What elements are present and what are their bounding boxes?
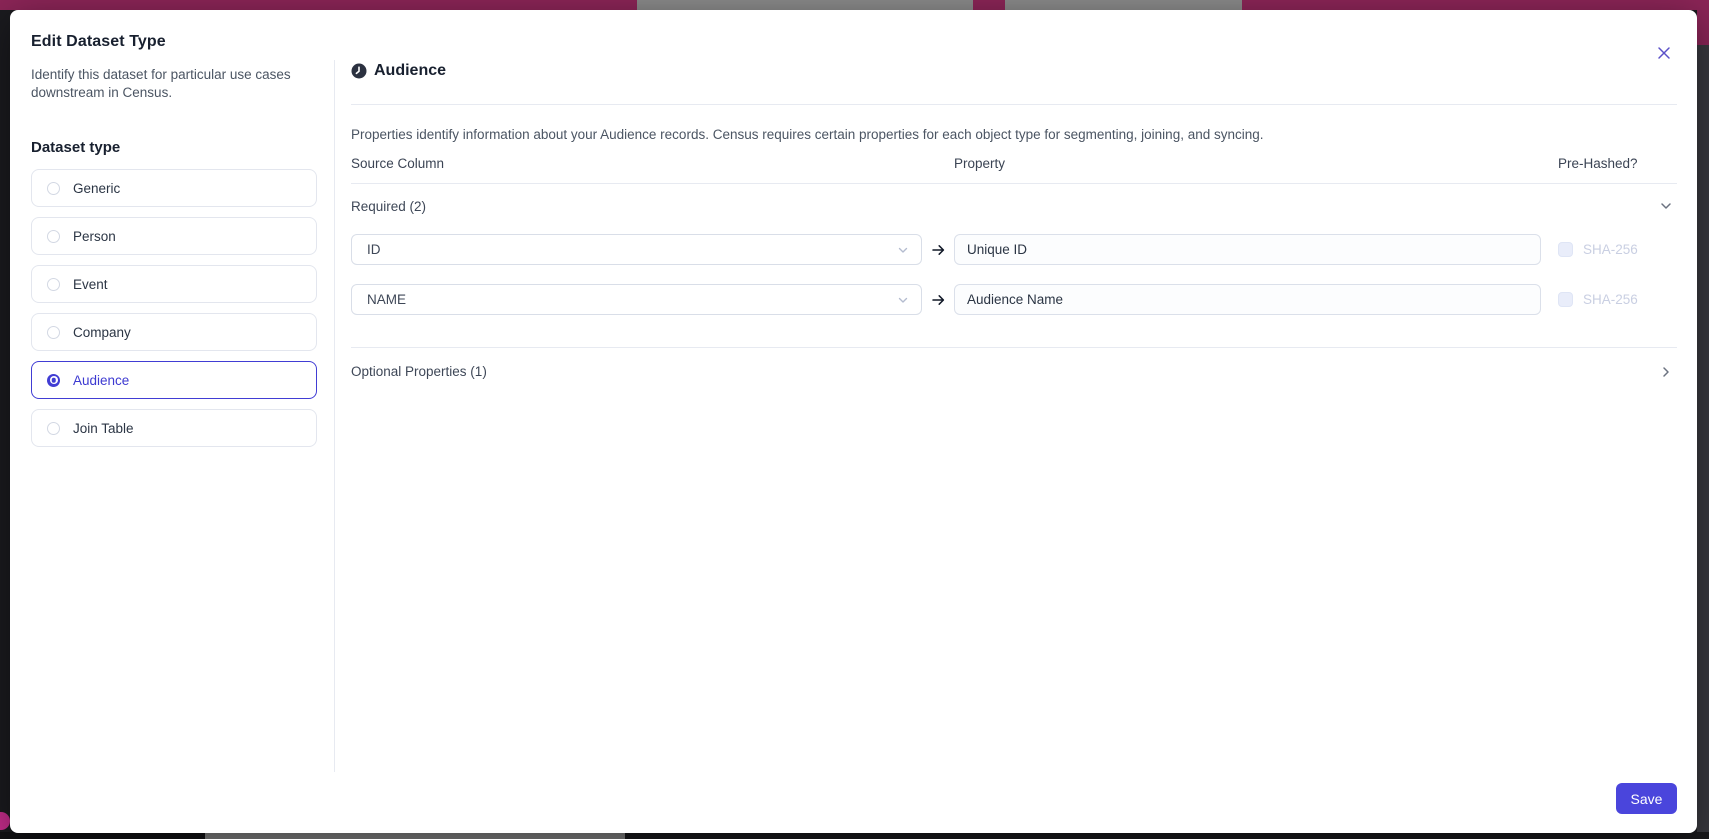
hash-algorithm-label: SHA-256 [1583,242,1638,257]
background-top-strip-segment [973,0,1005,10]
panel-header: Audience [351,62,1677,80]
dataset-type-heading: Dataset type [31,139,121,157]
modal-title: Edit Dataset Type [31,33,166,50]
save-button[interactable]: Save [1616,783,1677,814]
optional-properties-toggle[interactable]: Optional Properties (1) [351,348,1677,395]
edit-dataset-type-modal: Edit Dataset Type Identify this dataset … [10,10,1697,833]
audience-panel: Audience Properties identify information… [335,10,1697,833]
mapping-row: ID SHA-256 [351,234,1677,265]
source-column-select[interactable]: ID [351,234,922,265]
option-label: Event [73,276,108,292]
background-bottom-strip-segment [625,832,1709,839]
hash-algorithm-label: SHA-256 [1583,292,1638,307]
dataset-type-option-generic[interactable]: Generic [31,169,317,208]
prehashed-cell: SHA-256 [1541,292,1677,307]
panel-description: Properties identify information about yo… [351,127,1264,142]
dataset-type-option-company[interactable]: Company [31,313,317,352]
dataset-type-option-join-table[interactable]: Join Table [31,409,317,448]
source-column-value: NAME [367,292,407,307]
background-right-column-top [1697,0,1709,45]
dataset-type-option-person[interactable]: Person [31,217,317,256]
radio-icon [47,277,60,291]
background-top-strip-segment [0,0,637,10]
property-input[interactable] [954,284,1541,315]
option-label: Audience [73,372,130,388]
radio-icon [47,181,60,195]
pre-hashed-checkbox[interactable] [1558,242,1573,257]
background-top-strip-segment [637,0,973,10]
mapping-column-headers: Source Column Property Pre-Hashed? [351,156,1677,184]
background-top-strip-segment [1005,0,1242,10]
chevron-down-icon [1659,199,1673,213]
required-mapping-rows: ID SHA-256 [351,234,1677,315]
option-label: Join Table [73,420,134,436]
dataset-type-option-list: Generic Person Event Company Audience Jo… [31,169,317,448]
background-bottom-strip-segment [205,832,625,839]
clock-icon [351,63,367,79]
source-column-value: ID [367,242,381,257]
chevron-down-icon [897,294,909,306]
dataset-type-option-audience[interactable]: Audience [31,361,317,400]
header-divider [351,104,1677,105]
panel-title: Audience [374,62,447,79]
radio-icon [47,421,60,435]
radio-icon [47,325,60,339]
background-right-column [1697,0,1709,839]
background-top-strip-segment [1242,0,1709,10]
background-accent-dot [0,812,10,830]
radio-icon [47,229,60,243]
sidebar: Edit Dataset Type Identify this dataset … [10,10,334,833]
pre-hashed-checkbox[interactable] [1558,292,1573,307]
chevron-down-icon [897,244,909,256]
option-label: Person [73,228,116,244]
column-header-property: Property [954,156,1006,171]
dataset-type-option-event[interactable]: Event [31,265,317,304]
optional-properties-label: Optional Properties (1) [351,364,487,379]
background-bottom-strip-segment [0,832,205,839]
property-input[interactable] [954,234,1541,265]
option-label: Company [73,324,131,340]
column-header-source: Source Column [351,156,445,171]
modal-description: Identify this dataset for particular use… [31,67,291,100]
prehashed-cell: SHA-256 [1541,242,1677,257]
mapping-row: NAME SHA-256 [351,284,1677,315]
arrow-right-icon [922,293,954,307]
option-label: Generic [73,180,121,196]
chevron-right-icon [1659,365,1673,379]
column-header-prehashed: Pre-Hashed? [1558,156,1638,171]
required-section-toggle[interactable]: Required (2) [351,192,1677,220]
source-column-select[interactable]: NAME [351,284,922,315]
radio-selected-icon [47,373,60,387]
arrow-right-icon [922,243,954,257]
required-section-label: Required (2) [351,198,427,214]
